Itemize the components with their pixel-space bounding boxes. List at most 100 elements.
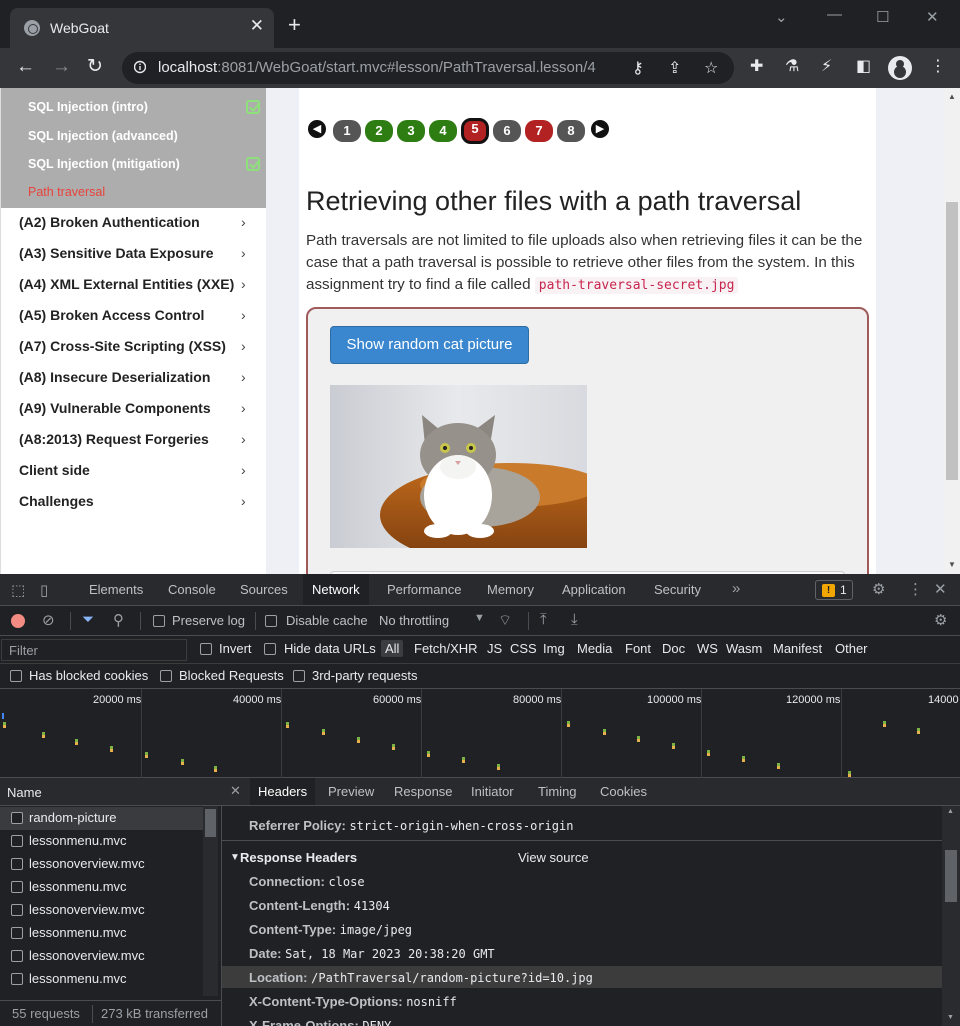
disable-cache-checkbox[interactable] — [265, 615, 277, 627]
request-list-scrollbar[interactable] — [203, 806, 218, 996]
settings-gear-icon[interactable]: ⚙ — [872, 580, 885, 598]
bookmark-star-icon[interactable]: ☆ — [704, 58, 718, 78]
detail-tab-headers[interactable]: Headers — [250, 778, 316, 805]
submenu-item-sql-intro[interactable]: SQL Injection (intro) — [28, 100, 148, 114]
detail-tab-timing[interactable]: Timing — [530, 778, 585, 805]
hide-data-urls-checkbox[interactable] — [264, 643, 276, 655]
type-filter-manifest[interactable]: Manifest — [773, 641, 822, 656]
tab-search-icon[interactable]: ⌄ — [775, 8, 788, 26]
sidebar-category-a7-cross-site-scripting-xss[interactable]: (A7) Cross-Site Scripting (XSS) › — [1, 332, 267, 362]
close-devtools-icon[interactable]: ✕ — [934, 580, 947, 598]
lesson-page-7-button[interactable]: 7 — [525, 120, 553, 142]
type-filter-ws[interactable]: WS — [697, 641, 718, 656]
sidebar-category-challenges[interactable]: Challenges › — [1, 487, 267, 517]
detail-tab-initiator[interactable]: Initiator — [463, 778, 522, 805]
type-filter-other[interactable]: Other — [835, 641, 868, 656]
devtools-tab-memory[interactable]: Memory — [478, 574, 543, 605]
back-icon[interactable]: ← — [16, 56, 35, 78]
devtools-tab-sources[interactable]: Sources — [231, 574, 297, 605]
scroll-down-icon[interactable]: ▼ — [948, 560, 956, 569]
type-filter-font[interactable]: Font — [625, 641, 651, 656]
browser-tab[interactable]: WebGoat ✕ — [10, 8, 274, 48]
submenu-item-sql-mitigation[interactable]: SQL Injection (mitigation) — [28, 157, 180, 171]
network-settings-gear-icon[interactable]: ⚙ — [934, 611, 947, 629]
sidebar-category-a8-2013-request-forgeries[interactable]: (A8:2013) Request Forgeries › — [1, 425, 267, 455]
close-tab-icon[interactable]: ✕ — [250, 16, 264, 36]
side-panel-icon[interactable]: ◧ — [856, 57, 871, 77]
network-overview-timeline[interactable]: 20000 ms 40000 ms 60000 ms 80000 ms 100000 m… — [0, 689, 960, 778]
export-har-icon[interactable]: ⤓ — [571, 611, 578, 628]
inspect-element-icon[interactable]: ⬚ — [11, 581, 25, 599]
page-scroll-thumb[interactable] — [946, 202, 958, 480]
network-conditions-icon[interactable]: ⌔ — [498, 611, 512, 630]
type-filter-fetch-xhr[interactable]: Fetch/XHR — [414, 641, 478, 656]
devtools-tab-performance[interactable]: Performance — [378, 574, 470, 605]
lesson-page-6-button[interactable]: 6 — [493, 120, 521, 142]
close-detail-icon[interactable]: ✕ — [230, 783, 241, 799]
type-filter-img[interactable]: Img — [543, 641, 565, 656]
sidebar-category-a9-vulnerable-components[interactable]: (A9) Vulnerable Components › — [1, 394, 267, 424]
sidebar-category-a8-insecure-deserialization[interactable]: (A8) Insecure Deserialization › — [1, 363, 267, 393]
next-page-arrow-icon[interactable]: ▶ — [591, 120, 609, 138]
filter-input[interactable]: Filter — [1, 639, 187, 661]
info-icon[interactable] — [134, 60, 146, 74]
share-icon[interactable]: ⇪ — [668, 58, 681, 78]
detail-scroll-thumb[interactable] — [945, 850, 957, 902]
preserve-log-checkbox[interactable] — [153, 615, 165, 627]
request-row-lessonmenu-mvc[interactable]: lessonmenu.mvc — [0, 968, 203, 991]
sidebar-category-a4-xml-external-entities-xxe[interactable]: (A4) XML External Entities (XXE) › — [1, 270, 267, 300]
filter-funnel-icon[interactable]: ⏷ — [82, 611, 94, 628]
detail-tab-cookies[interactable]: Cookies — [592, 778, 655, 805]
request-row-lessonmenu-mvc[interactable]: lessonmenu.mvc — [0, 922, 203, 945]
device-toolbar-icon[interactable]: ▯ — [40, 581, 48, 599]
minimize-icon[interactable]: — — [827, 6, 842, 23]
sidebar-category-a5-broken-access-control[interactable]: (A5) Broken Access Control › — [1, 301, 267, 331]
blocked-requests-checkbox[interactable] — [160, 670, 172, 682]
devtools-tab-network[interactable]: Network — [303, 574, 369, 605]
close-window-icon[interactable]: ✕ — [926, 8, 939, 26]
scroll-up-icon[interactable]: ▲ — [948, 92, 956, 101]
request-list-scroll-thumb[interactable] — [205, 809, 216, 837]
response-headers-title[interactable]: Response Headers — [240, 850, 357, 865]
lesson-page-4-button[interactable]: 4 — [429, 120, 457, 142]
request-row-random-picture[interactable]: random-picture — [0, 807, 203, 830]
dropdown-arrow-icon[interactable]: ▼ — [474, 612, 485, 624]
show-random-cat-button[interactable]: Show random cat picture — [330, 326, 529, 364]
type-filter-wasm[interactable]: Wasm — [726, 641, 762, 656]
devtools-tab-elements[interactable]: Elements — [80, 574, 152, 605]
type-filter-doc[interactable]: Doc — [662, 641, 685, 656]
profile-avatar[interactable] — [888, 56, 912, 80]
scroll-down-icon[interactable]: ▼ — [947, 1014, 954, 1021]
search-icon[interactable]: ⚲ — [113, 611, 124, 629]
lesson-page-2-button[interactable]: 2 — [365, 120, 393, 142]
extensions-icon[interactable]: ✚ — [750, 57, 763, 77]
expand-triangle-icon[interactable]: ▼ — [230, 852, 240, 863]
lesson-page-5-button[interactable]: 5 — [461, 118, 489, 144]
type-filter-js[interactable]: JS — [487, 641, 502, 656]
has-blocked-cookies-checkbox[interactable] — [10, 670, 22, 682]
submenu-item-path-traversal[interactable]: Path traversal — [28, 185, 105, 199]
scroll-up-icon[interactable]: ▲ — [947, 808, 954, 815]
lesson-page-3-button[interactable]: 3 — [397, 120, 425, 142]
page-scrollbar[interactable]: ▲ ▼ — [944, 88, 960, 574]
extension-bolt-icon[interactable]: ⚡ — [821, 57, 832, 77]
import-har-icon[interactable]: ⤒ — [540, 611, 547, 628]
menu-icon[interactable]: ⋮ — [930, 57, 946, 77]
request-row-lessonmenu-mvc[interactable]: lessonmenu.mvc — [0, 830, 203, 853]
request-row-lessonoverview-mvc[interactable]: lessonoverview.mvc — [0, 853, 203, 876]
devtools-tab-console[interactable]: Console — [159, 574, 225, 605]
type-filter-media[interactable]: Media — [577, 641, 612, 656]
key-icon[interactable]: ⚷ — [632, 58, 644, 78]
view-source-link[interactable]: View source — [518, 850, 589, 865]
address-bar[interactable]: localhost:8081/WebGoat/start.mvc#lesson/… — [122, 52, 734, 84]
request-row-lessonoverview-mvc[interactable]: lessonoverview.mvc — [0, 945, 203, 968]
prev-page-arrow-icon[interactable]: ◀ — [308, 120, 326, 138]
detail-tab-response[interactable]: Response — [386, 778, 461, 805]
issues-badge[interactable]: ! 1 — [815, 580, 853, 600]
request-row-lessonoverview-mvc[interactable]: lessonoverview.mvc — [0, 899, 203, 922]
detail-scrollbar[interactable]: ▲ ▼ — [942, 806, 960, 1026]
devtools-tab-application[interactable]: Application — [553, 574, 635, 605]
type-filter-css[interactable]: CSS — [510, 641, 537, 656]
more-tabs-icon[interactable]: » — [732, 580, 740, 597]
lesson-page-8-button[interactable]: 8 — [557, 120, 585, 142]
